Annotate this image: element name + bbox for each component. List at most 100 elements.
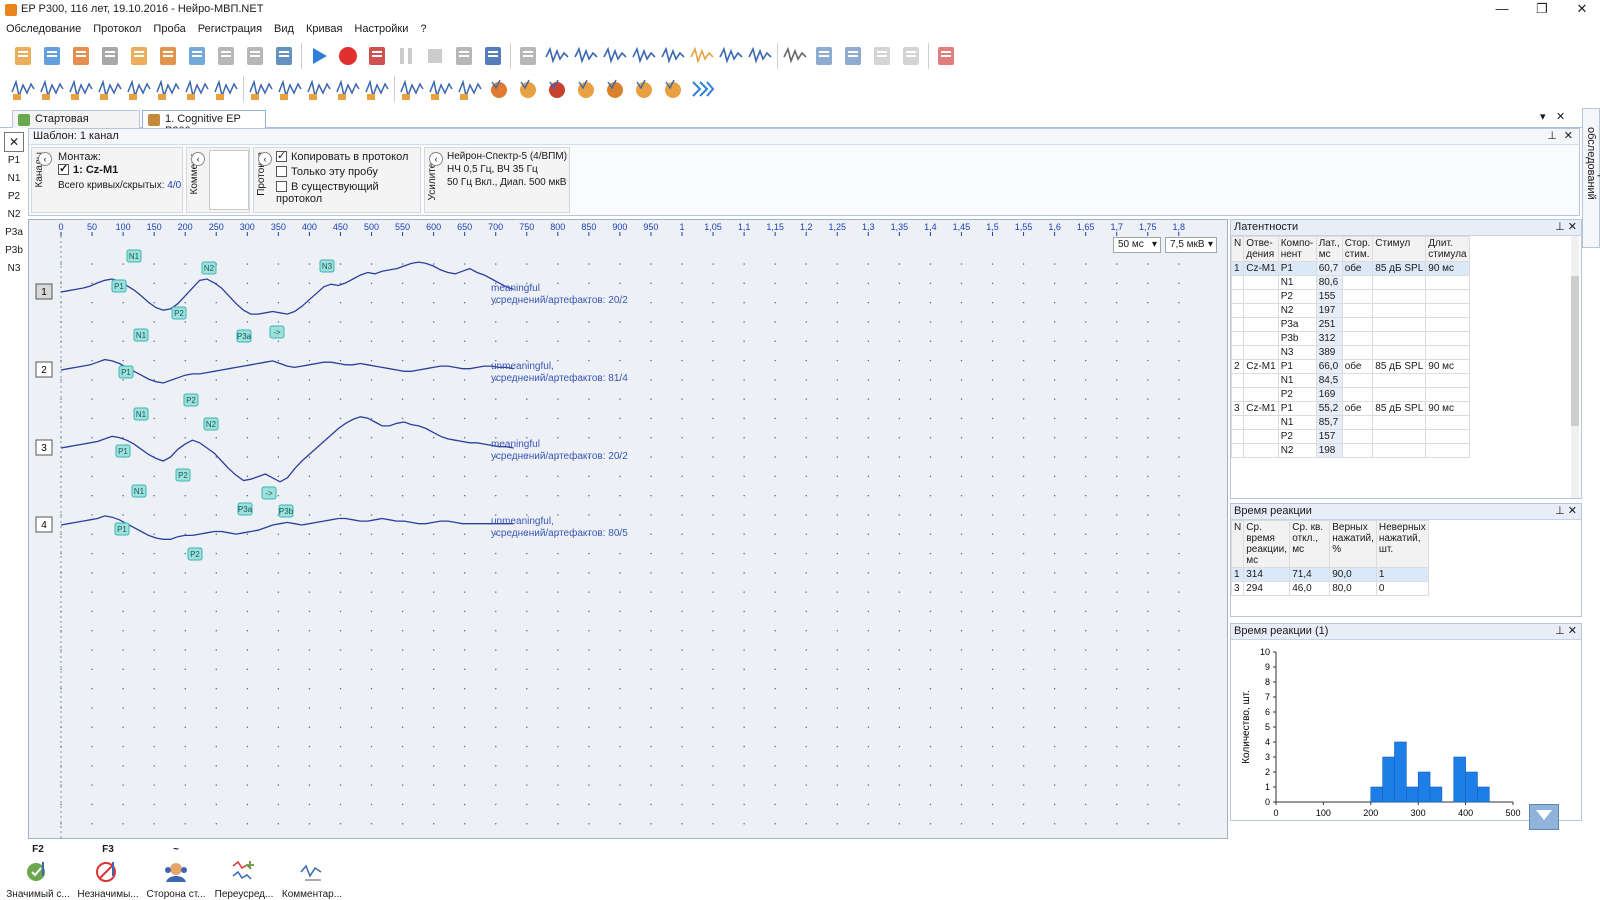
stop-button[interactable]: [422, 43, 448, 69]
tabs-close-icon[interactable]: ✕: [1556, 110, 1565, 123]
menu-protocol[interactable]: Протокол: [87, 20, 147, 38]
wave-button[interactable]: [660, 43, 686, 69]
component-tool-button[interactable]: [689, 76, 715, 102]
curve-number-badge[interactable]: 4: [35, 516, 53, 533]
export-button[interactable]: [126, 43, 152, 69]
mark-up-button[interactable]: [544, 43, 570, 69]
template-close-icon[interactable]: ✕: [4, 132, 24, 152]
component-tool-button[interactable]: [10, 76, 36, 102]
component-tool-button[interactable]: [68, 76, 94, 102]
channels-collapse-icon[interactable]: ‹: [38, 152, 52, 166]
table-row[interactable]: P2 169: [1231, 387, 1470, 402]
label-p2[interactable]: P2: [0, 188, 28, 206]
next-button[interactable]: [898, 43, 924, 69]
patients-button[interactable]: [155, 43, 181, 69]
amplifier-collapse-icon[interactable]: ‹: [429, 152, 443, 166]
stimulus-side-button[interactable]: ~ Сторона ст...: [142, 844, 210, 900]
column-header[interactable]: Компо-нент: [1277, 236, 1317, 262]
component-marker[interactable]: N2: [201, 261, 217, 275]
save-exam-button[interactable]: [68, 43, 94, 69]
component-marker[interactable]: P1: [115, 444, 131, 458]
label-n3[interactable]: N3: [0, 260, 28, 278]
component-tool-button[interactable]: [457, 76, 483, 102]
table-row[interactable]: 1 Cz-M1 P1 60,7 обе 85 дБ SPL 90 мс: [1231, 261, 1470, 276]
component-marker[interactable]: N2: [203, 417, 219, 431]
only-this-test-checkbox[interactable]: [276, 165, 287, 177]
tab-start-page[interactable]: Стартовая страница: [12, 110, 140, 137]
time-scale-select[interactable]: 50 мс ▾: [1113, 237, 1161, 253]
component-tool-button[interactable]: [155, 76, 181, 102]
component-marker[interactable]: N1: [126, 249, 142, 263]
column-header[interactable]: Стимул: [1372, 236, 1427, 262]
component-marker[interactable]: P3a: [237, 502, 253, 516]
latency-panel-buttons[interactable]: ⊥ ✕: [1555, 220, 1577, 235]
component-marker[interactable]: P2: [187, 547, 203, 561]
component-tool-button[interactable]: [660, 76, 686, 102]
component-tool-button[interactable]: [515, 76, 541, 102]
label-n1[interactable]: N1: [0, 170, 28, 188]
menu-examination[interactable]: Обследование: [0, 20, 87, 38]
close-button[interactable]: ✕: [1560, 0, 1600, 20]
copy-button[interactable]: [242, 43, 268, 69]
component-tool-button[interactable]: [486, 76, 512, 102]
amp-scale-select[interactable]: 7,5 мкВ ▾: [1165, 237, 1217, 253]
component-tool-button[interactable]: [428, 76, 454, 102]
open-exam-button[interactable]: [39, 43, 65, 69]
component-marker[interactable]: P2: [171, 306, 187, 320]
table-row[interactable]: 2 Cz-M1 P1 66,0 обе 85 дБ SPL 90 мс: [1231, 359, 1470, 374]
component-marker[interactable]: P3b: [278, 504, 294, 518]
column-header[interactable]: Лат., мс: [1315, 236, 1343, 262]
unmeaningful-stimulus-button[interactable]: F3 Незначимы...: [74, 844, 142, 900]
menu-registration[interactable]: Регистрация: [192, 20, 268, 38]
table-row[interactable]: N1 85,7: [1231, 415, 1470, 430]
table-row[interactable]: P2 155: [1231, 289, 1470, 304]
comment-field[interactable]: [209, 150, 249, 210]
table-row[interactable]: N1 84,5: [1231, 373, 1470, 388]
component-marker[interactable]: P1: [111, 279, 127, 293]
montage-item[interactable]: 1: Cz-M1: [58, 162, 118, 176]
latency-scroll-thumb[interactable]: [1571, 276, 1579, 426]
tabs-dropdown-icon[interactable]: ▾: [1540, 110, 1546, 123]
curve-number-badge[interactable]: 2: [35, 361, 53, 378]
label-p3b[interactable]: P3b: [0, 242, 28, 260]
component-tool-button[interactable]: [126, 76, 152, 102]
copy-to-protocol-option[interactable]: Копировать в протокол: [276, 149, 408, 163]
table-row[interactable]: 3 294 46,0 80,0 0: [1230, 581, 1429, 596]
table-row[interactable]: N1 80,6: [1231, 275, 1470, 290]
panel-close-icon[interactable]: ✕: [1564, 129, 1573, 144]
component-tool-button[interactable]: [39, 76, 65, 102]
component-marker[interactable]: N1: [131, 484, 147, 498]
pause-button[interactable]: [393, 43, 419, 69]
reaction-panel-buttons[interactable]: ⊥ ✕: [1555, 504, 1577, 519]
label-p1[interactable]: P1: [0, 152, 28, 170]
reaverage-button[interactable]: Переусред...: [210, 844, 278, 900]
report-button[interactable]: [184, 43, 210, 69]
play-button[interactable]: [306, 43, 332, 69]
minimize-button[interactable]: —: [1480, 0, 1524, 20]
delete-test-button[interactable]: [451, 43, 477, 69]
menu-curve[interactable]: Кривая: [300, 20, 348, 38]
stop-hand-button[interactable]: [364, 43, 390, 69]
component-tool-button[interactable]: [364, 76, 390, 102]
record-button[interactable]: [335, 43, 361, 69]
curve-number-badge[interactable]: 1: [35, 283, 53, 300]
meaningful-stimulus-button[interactable]: F2 Значимый с...: [4, 844, 72, 900]
component-marker[interactable]: ->: [261, 486, 277, 500]
menu-settings[interactable]: Настройки: [348, 20, 414, 38]
component-marker[interactable]: P1: [114, 522, 130, 536]
existing-protocol-option[interactable]: В существующий протокол: [276, 180, 420, 205]
copy-to-protocol-checkbox[interactable]: [276, 149, 287, 162]
component-tool-button[interactable]: [602, 76, 628, 102]
label-n2[interactable]: N2: [0, 206, 28, 224]
table-row[interactable]: N2 197: [1231, 303, 1470, 318]
column-header[interactable]: Неверных нажатий, шт.: [1375, 520, 1429, 568]
component-tool-button[interactable]: [399, 76, 425, 102]
menu-view[interactable]: Вид: [268, 20, 300, 38]
column-header[interactable]: Длит. стимула: [1425, 236, 1470, 262]
column-header[interactable]: N: [1230, 520, 1245, 568]
artifact-button[interactable]: [515, 43, 541, 69]
inspector-sidebar[interactable]: Инспектор обследований: [1582, 108, 1600, 248]
column-header[interactable]: Ср. время реакции, мс: [1243, 520, 1291, 568]
component-tool-button[interactable]: [573, 76, 599, 102]
curve-number-badge[interactable]: 3: [35, 439, 53, 456]
